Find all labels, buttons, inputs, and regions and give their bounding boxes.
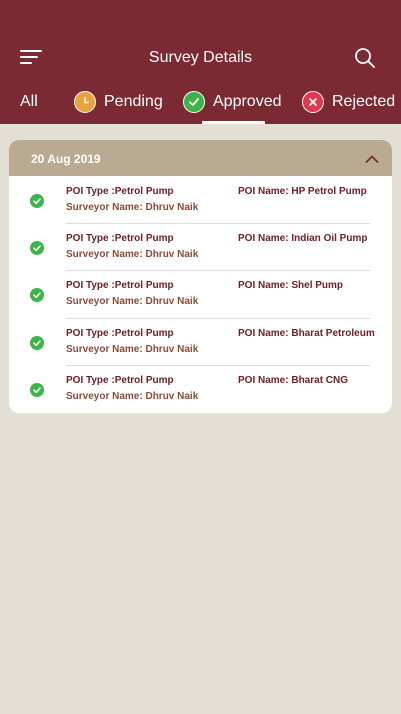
approved-check-icon bbox=[30, 288, 44, 302]
poi-name: POI Name: Bharat CNG bbox=[238, 375, 349, 386]
survey-row[interactable]: POI Type :Petrol Pump Surveyor Name: Dhr… bbox=[9, 318, 392, 365]
surveyor-name: Surveyor Name: Dhruv Naik bbox=[66, 391, 199, 402]
survey-row[interactable]: POI Type :Petrol Pump Surveyor Name: Dhr… bbox=[9, 365, 392, 412]
poi-type: POI Type :Petrol Pump bbox=[66, 375, 174, 386]
app-header: Survey Details All Pending Approved Reje… bbox=[0, 0, 401, 124]
active-tab-indicator bbox=[202, 121, 265, 124]
surveyor-name: Surveyor Name: Dhruv Naik bbox=[66, 249, 199, 260]
tab-all[interactable]: All bbox=[20, 80, 38, 124]
tab-rejected[interactable]: Rejected bbox=[302, 80, 395, 124]
survey-group-card: 20 Aug 2019 POI Type :Petrol Pump Survey… bbox=[9, 140, 392, 413]
tab-pending[interactable]: Pending bbox=[74, 80, 163, 124]
check-circle-icon bbox=[183, 91, 205, 113]
approved-check-icon bbox=[30, 383, 44, 397]
group-date: 20 Aug 2019 bbox=[31, 152, 101, 166]
surveyor-name: Surveyor Name: Dhruv Naik bbox=[66, 296, 199, 307]
tab-approved[interactable]: Approved bbox=[183, 80, 282, 124]
approved-check-icon bbox=[30, 194, 44, 208]
poi-type: POI Type :Petrol Pump bbox=[66, 186, 174, 197]
poi-type: POI Type :Petrol Pump bbox=[66, 280, 174, 291]
poi-name: POI Name: HP Petrol Pump bbox=[238, 186, 367, 197]
page-title: Survey Details bbox=[148, 49, 253, 66]
approved-check-icon bbox=[30, 336, 44, 350]
poi-type: POI Type :Petrol Pump bbox=[66, 233, 174, 244]
poi-name: POI Name: Indian Oil Pump bbox=[238, 233, 368, 244]
tab-rejected-label: Rejected bbox=[332, 93, 396, 110]
tab-all-label: All bbox=[20, 93, 38, 110]
survey-row[interactable]: POI Type :Petrol Pump Surveyor Name: Dhr… bbox=[9, 176, 392, 223]
approved-check-icon bbox=[30, 241, 44, 255]
surveyor-name: Surveyor Name: Dhruv Naik bbox=[66, 202, 199, 213]
group-header[interactable]: 20 Aug 2019 bbox=[9, 140, 392, 176]
surveyor-name: Surveyor Name: Dhruv Naik bbox=[66, 344, 199, 355]
status-tabs: All Pending Approved Rejected bbox=[0, 80, 401, 124]
clock-icon bbox=[74, 91, 96, 113]
poi-type: POI Type :Petrol Pump bbox=[66, 328, 174, 339]
survey-row[interactable]: POI Type :Petrol Pump Surveyor Name: Dhr… bbox=[9, 223, 392, 270]
poi-name: POI Name: Shel Pump bbox=[238, 280, 344, 291]
tab-approved-label: Approved bbox=[213, 93, 282, 110]
search-icon[interactable] bbox=[354, 47, 376, 69]
x-circle-icon bbox=[302, 91, 324, 113]
poi-name: POI Name: Bharat Petroleum bbox=[238, 328, 375, 339]
chevron-up-icon[interactable] bbox=[365, 151, 379, 163]
survey-row[interactable]: POI Type :Petrol Pump Surveyor Name: Dhr… bbox=[9, 270, 392, 317]
tab-pending-label: Pending bbox=[104, 93, 163, 110]
